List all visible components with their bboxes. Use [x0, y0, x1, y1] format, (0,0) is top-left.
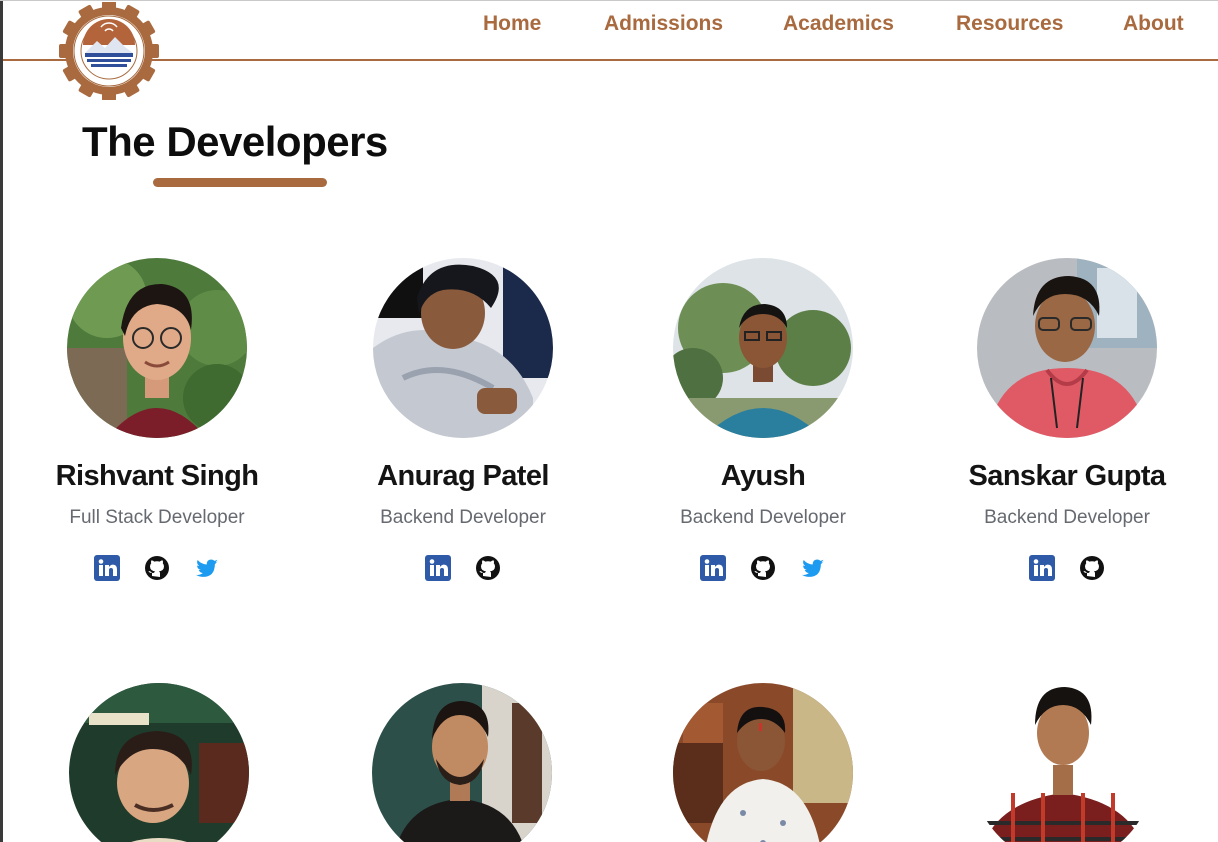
- developer-role: Backend Developer: [984, 507, 1150, 528]
- header-divider: [3, 59, 1218, 61]
- developer-avatar: [673, 258, 853, 438]
- developer-card: Anurag Patel Backend Developer: [313, 258, 613, 598]
- linkedin-icon[interactable]: [425, 555, 451, 581]
- nav-about-link[interactable]: About: [1123, 12, 1184, 36]
- developer-avatar: [373, 258, 553, 438]
- linkedin-icon[interactable]: [700, 555, 726, 581]
- developer-avatar: [69, 683, 249, 842]
- developer-name: Ayush: [720, 460, 806, 492]
- twitter-icon[interactable]: [800, 555, 826, 581]
- developer-card: Ayush Backend Developer: [613, 258, 913, 598]
- developer-avatar: [977, 258, 1157, 438]
- developer-role: Full Stack Developer: [69, 507, 245, 528]
- developer-card: Sanskar Gupta Backend Developer: [917, 258, 1217, 598]
- developer-card: Rishvant Singh Full Stack Developer: [7, 258, 307, 598]
- developer-role: Backend Developer: [680, 507, 846, 528]
- social-links: [613, 555, 913, 583]
- developer-name: Sanskar Gupta: [968, 460, 1166, 492]
- social-links: [917, 555, 1217, 583]
- social-links: [7, 555, 307, 583]
- developers-page: Home Admissions Academics Resources Abou…: [0, 0, 1218, 842]
- nav-resources-link[interactable]: Resources: [956, 12, 1063, 36]
- window-edge: [0, 0, 3, 842]
- developer-name: Rishvant Singh: [55, 460, 259, 492]
- nav-home-link[interactable]: Home: [483, 12, 541, 36]
- developer-avatar: [673, 683, 853, 842]
- github-icon[interactable]: [750, 555, 776, 581]
- institute-logo[interactable]: [58, 1, 160, 101]
- developer-name: Anurag Patel: [377, 460, 549, 492]
- developer-card: [9, 683, 309, 842]
- title-underline: [153, 178, 327, 187]
- developer-role: Backend Developer: [380, 507, 546, 528]
- gear-emblem-icon: [59, 1, 159, 101]
- github-icon[interactable]: [475, 555, 501, 581]
- social-links: [313, 555, 613, 583]
- developer-avatar: [973, 683, 1153, 842]
- linkedin-icon[interactable]: [1029, 555, 1055, 581]
- github-icon[interactable]: [144, 555, 170, 581]
- nav-admissions-link[interactable]: Admissions: [604, 12, 723, 36]
- developer-avatar: [372, 683, 552, 842]
- github-icon[interactable]: [1079, 555, 1105, 581]
- nav-academics-link[interactable]: Academics: [783, 12, 894, 36]
- developer-avatar: [67, 258, 247, 438]
- linkedin-icon[interactable]: [94, 555, 120, 581]
- page-title: The Developers: [82, 118, 388, 165]
- twitter-icon[interactable]: [194, 555, 220, 581]
- developer-card: [913, 683, 1213, 842]
- developer-card: [312, 683, 612, 842]
- developer-card: [613, 683, 913, 842]
